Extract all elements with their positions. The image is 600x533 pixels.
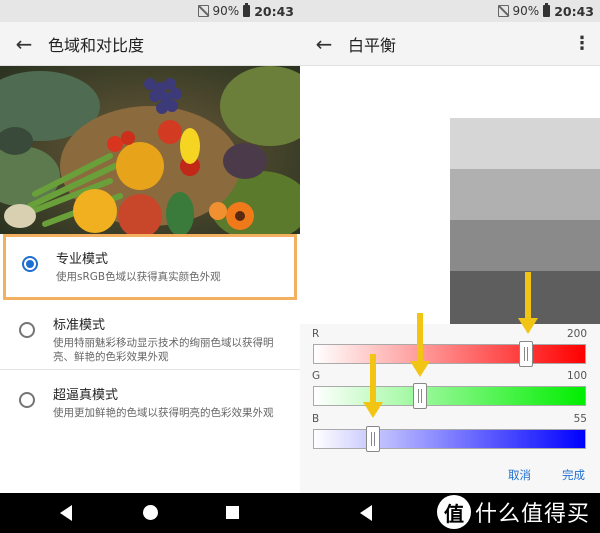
option-ultra-realistic[interactable]: 超逼真模式 使用更加鲜艳的色域以获得明亮的色彩效果外观 bbox=[0, 370, 300, 440]
radio-ultra-realistic[interactable] bbox=[19, 392, 35, 408]
watermark-logo: 值 什么值得买 bbox=[436, 495, 590, 529]
nav-back-icon[interactable] bbox=[360, 505, 372, 521]
radio-standard[interactable] bbox=[19, 322, 35, 338]
option-description: 使用特丽魅彩移动显示技术的绚丽色域以获得明亮、鲜艳的色彩效果外观 bbox=[53, 337, 274, 363]
gray-swatch-2 bbox=[450, 169, 600, 220]
slider-value-b: 55 bbox=[573, 413, 587, 425]
battery-icon bbox=[243, 3, 251, 17]
done-button[interactable]: 完成 bbox=[562, 467, 585, 483]
slider-value-r: 200 bbox=[566, 328, 587, 340]
battery-icon bbox=[543, 3, 551, 17]
page-title: 色域和对比度 bbox=[48, 35, 145, 55]
slider-thumb-r[interactable] bbox=[519, 341, 534, 367]
slider-label-g: G bbox=[312, 370, 321, 382]
option-title: 标准模式 bbox=[53, 318, 106, 333]
gray-swatch-1 bbox=[450, 118, 600, 169]
page-title: 白平衡 bbox=[348, 35, 397, 55]
slider-label-r: R bbox=[312, 328, 320, 340]
slider-label-b: B bbox=[312, 413, 320, 425]
option-professional[interactable]: 专业模式 使用sRGB色域以获得真实颜色外观 bbox=[3, 234, 297, 300]
slider-thumb-g[interactable] bbox=[413, 383, 428, 409]
watermark-text: 什么值得买 bbox=[474, 502, 590, 527]
app-bar: ← 色域和对比度 bbox=[0, 22, 300, 66]
grayscale-preview bbox=[300, 66, 600, 324]
option-title: 专业模式 bbox=[56, 252, 109, 267]
white-balance-screen: 90% 20:43 ← 白平衡 ⋮ R 200 G 100 B 55 取消 完成 bbox=[300, 0, 600, 493]
annotation-arrow-b bbox=[363, 354, 383, 418]
nav-back-icon[interactable] bbox=[60, 505, 72, 521]
battery-percent: 90% bbox=[212, 4, 240, 18]
clock: 20:43 bbox=[554, 3, 594, 19]
slider-track-r[interactable] bbox=[313, 341, 586, 367]
status-bar: 90% 20:43 bbox=[300, 0, 600, 22]
white-balance-dialog: R 200 G 100 B 55 取消 完成 bbox=[300, 324, 600, 493]
back-arrow-icon[interactable]: ← bbox=[0, 22, 48, 66]
gray-swatch-3 bbox=[450, 220, 600, 271]
cancel-button[interactable]: 取消 bbox=[508, 467, 531, 483]
annotation-arrow-g bbox=[410, 313, 430, 377]
clock: 20:43 bbox=[254, 3, 294, 19]
watermark-badge: 值 bbox=[436, 495, 471, 529]
nav-recents-icon[interactable] bbox=[226, 506, 239, 519]
more-options-icon[interactable]: ⋮ bbox=[564, 22, 600, 66]
back-arrow-icon[interactable]: ← bbox=[300, 22, 348, 66]
color-gamut-screen: 90% 20:43 ← 色域和对比度 专业模式 使用sRGB色域以获得真实颜色外… bbox=[0, 0, 300, 493]
slider-track-g[interactable] bbox=[313, 383, 586, 409]
option-title: 超逼真模式 bbox=[53, 388, 119, 403]
status-bar: 90% 20:43 bbox=[0, 0, 300, 22]
no-sim-icon bbox=[197, 5, 209, 17]
vegetables-photo bbox=[0, 66, 300, 234]
slider-track-b[interactable] bbox=[313, 426, 586, 452]
radio-professional[interactable] bbox=[22, 256, 38, 272]
annotation-arrow-r bbox=[518, 272, 538, 334]
battery-percent: 90% bbox=[512, 4, 540, 18]
slider-thumb-b[interactable] bbox=[365, 426, 380, 452]
option-description: 使用sRGB色域以获得真实颜色外观 bbox=[56, 271, 221, 283]
nav-home-icon[interactable] bbox=[143, 505, 158, 520]
slider-value-g: 100 bbox=[566, 370, 587, 382]
option-standard[interactable]: 标准模式 使用特丽魅彩移动显示技术的绚丽色域以获得明亮、鲜艳的色彩效果外观 bbox=[0, 300, 300, 370]
option-description: 使用更加鲜艳的色域以获得明亮的色彩效果外观 bbox=[53, 407, 274, 419]
no-sim-icon bbox=[497, 5, 509, 17]
app-bar: ← 白平衡 ⋮ bbox=[300, 22, 600, 66]
